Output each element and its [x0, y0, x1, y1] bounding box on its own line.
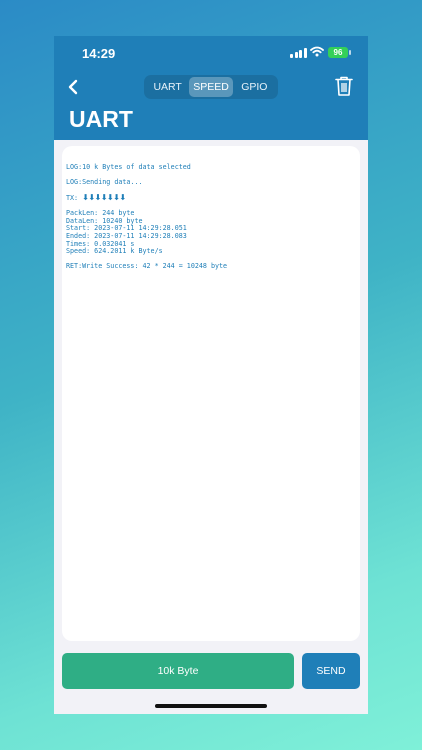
back-button[interactable]: [60, 76, 86, 98]
send-button[interactable]: SEND: [302, 653, 360, 689]
wifi-icon: [310, 46, 324, 57]
action-bar: 10k Byte SEND: [54, 653, 368, 689]
mode-segmented-control: UART SPEED GPIO: [144, 75, 278, 99]
log-line-selected: LOG:10 k Bytes of data selected: [66, 163, 191, 171]
tab-gpio[interactable]: GPIO: [233, 77, 276, 97]
status-bar: 14:29 96: [54, 36, 368, 72]
log-line-result: RET:Write Success: 42 * 244 = 10248 byte: [66, 262, 228, 271]
tab-speed[interactable]: SPEED: [189, 77, 233, 97]
trash-icon: [335, 76, 353, 96]
log-output: LOG:10 k Bytes of data selected LOG:Send…: [62, 146, 360, 641]
log-line-speed: Speed: 624.2011 k Byte/s: [66, 247, 163, 256]
page-title: UART: [69, 106, 133, 132]
battery-icon: 96: [328, 47, 351, 58]
tx-label: TX:: [66, 194, 83, 203]
log-line-sending: LOG:Sending data...: [66, 178, 143, 187]
tab-uart[interactable]: UART: [146, 77, 189, 97]
cellular-signal-icon: [290, 48, 307, 58]
chevron-left-icon: [68, 79, 78, 95]
data-size-button[interactable]: 10k Byte: [62, 653, 294, 689]
tx-down-arrows-icon: ⬇⬇⬇⬇⬇⬇⬇: [82, 193, 126, 203]
app-header: 14:29 96 UART SPEED GPIO UART: [54, 36, 368, 140]
log-line-tx: TX: ⬇⬇⬇⬇⬇⬇⬇: [66, 194, 356, 203]
clear-log-button[interactable]: [334, 75, 354, 97]
home-indicator[interactable]: [155, 704, 267, 708]
status-time: 14:29: [82, 46, 116, 61]
phone-screen: 14:29 96 UART SPEED GPIO UART LOG:10 k B…: [54, 36, 368, 714]
